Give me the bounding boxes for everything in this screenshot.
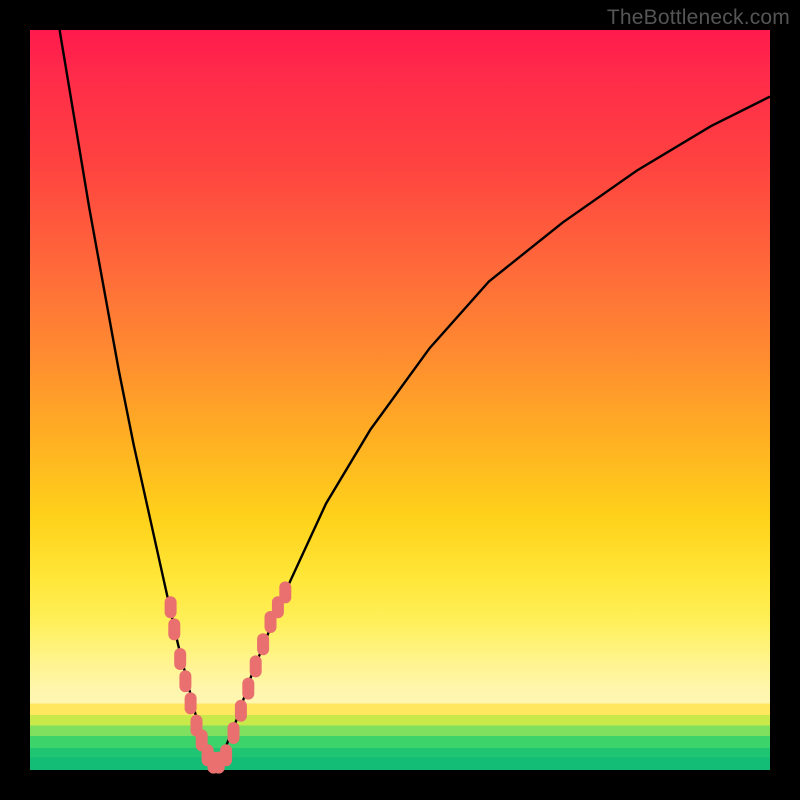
data-marker — [179, 670, 191, 692]
bottleneck-curve — [60, 30, 770, 770]
data-marker — [228, 722, 240, 744]
data-marker — [174, 648, 186, 670]
data-marker — [235, 700, 247, 722]
chart-plot-area — [30, 30, 770, 770]
chart-svg — [30, 30, 770, 770]
data-marker — [165, 596, 177, 618]
chart-frame: TheBottleneck.com — [0, 0, 800, 800]
data-marker — [185, 692, 197, 714]
marker-group — [165, 581, 292, 773]
data-marker — [168, 618, 180, 640]
data-marker — [257, 633, 269, 655]
watermark-text: TheBottleneck.com — [607, 6, 790, 30]
data-marker — [279, 581, 291, 603]
data-marker — [242, 678, 254, 700]
data-marker — [220, 744, 232, 766]
data-marker — [250, 655, 262, 677]
